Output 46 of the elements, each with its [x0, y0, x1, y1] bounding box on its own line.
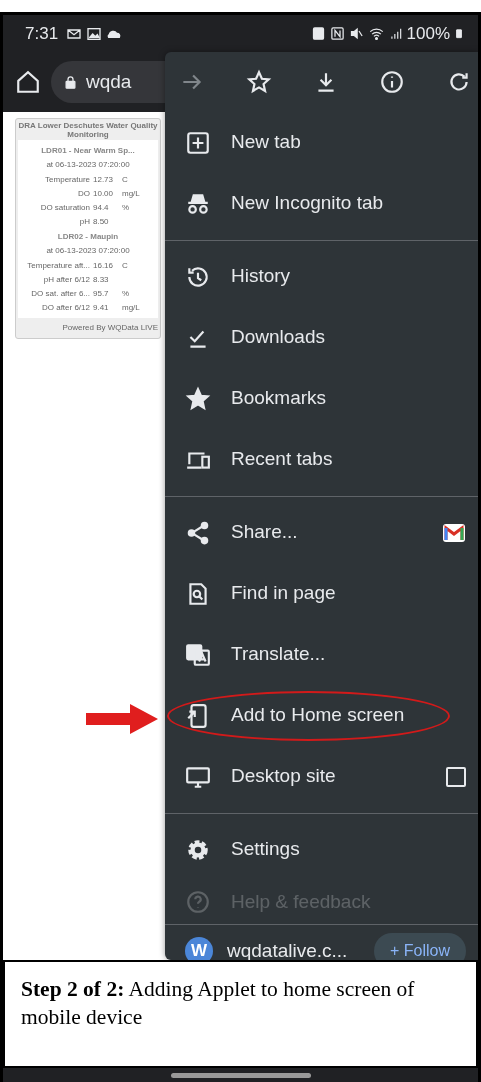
menu-item[interactable]: Bookmarks: [165, 368, 478, 429]
menu-item[interactable]: Settings: [165, 819, 478, 880]
reading-value: 8.50: [93, 215, 110, 228]
reading-label: DO: [77, 187, 90, 200]
reading-unit: C: [122, 259, 129, 272]
reading-value: 8.33: [93, 273, 110, 286]
menu-item[interactable]: Share...: [165, 502, 478, 563]
reading-label: Temperature aft...: [26, 259, 90, 272]
reading-unit: mg/L: [122, 301, 141, 314]
reading-label: pH: [78, 215, 90, 228]
widget-title: DRA Lower Deschutes Water Quality Monitoring: [18, 122, 158, 140]
reading-value: 10.00: [93, 187, 115, 200]
reading-unit: C: [122, 173, 129, 186]
menu-item[interactable]: Translate...: [165, 624, 478, 685]
station-name: LDR02 - Maupin: [56, 230, 120, 243]
reading-unit: %: [122, 201, 131, 214]
reading-value: 95.7: [93, 287, 110, 300]
timestamp: at 06-13-2023 07:20:00: [45, 244, 131, 257]
station-name: LDR01 - Near Warm Sp...: [40, 144, 136, 157]
reading-unit: mg/L: [122, 187, 141, 200]
menu-item[interactable]: New Incognito tab: [165, 173, 478, 234]
menu-item[interactable]: Find in page: [165, 563, 478, 624]
menu-item[interactable]: Add to Home screen: [165, 685, 478, 746]
site-avatar: W: [185, 937, 213, 960]
status-time: 7:31: [25, 22, 59, 45]
reading-unit: %: [122, 287, 131, 300]
reading-value: 9.41: [93, 301, 110, 314]
menu-item[interactable]: Downloads: [165, 307, 478, 368]
menu-item[interactable]: Recent tabs: [165, 429, 478, 490]
menu-item[interactable]: History: [165, 246, 478, 307]
menu-item[interactable]: New tab: [165, 112, 478, 173]
reading-value: 16.16: [93, 259, 115, 272]
reading-label: DO sat. after 6...: [30, 287, 90, 300]
reading-value: 12.73: [93, 173, 115, 186]
follow-button[interactable]: + Follow: [373, 933, 466, 960]
reading-label: Temperature: [44, 173, 90, 186]
menu-item[interactable]: Desktop site: [165, 746, 478, 807]
reading-label: DO saturation: [39, 201, 90, 214]
site-name: wqdatalive.c...: [227, 938, 349, 960]
caption-text: Step 2 of 2: Adding Applet to home screen of mobile device: [3, 960, 478, 1068]
reading-value: 94.4: [93, 201, 110, 214]
widget-footer: Powered By WQData LIVE: [18, 321, 158, 334]
battery-level: 100%: [406, 22, 450, 45]
reading-label: DO after 6/12: [40, 301, 90, 314]
reading-label: pH after 6/12: [42, 273, 90, 286]
timestamp: at 06-13-2023 07:20:00: [45, 158, 131, 171]
